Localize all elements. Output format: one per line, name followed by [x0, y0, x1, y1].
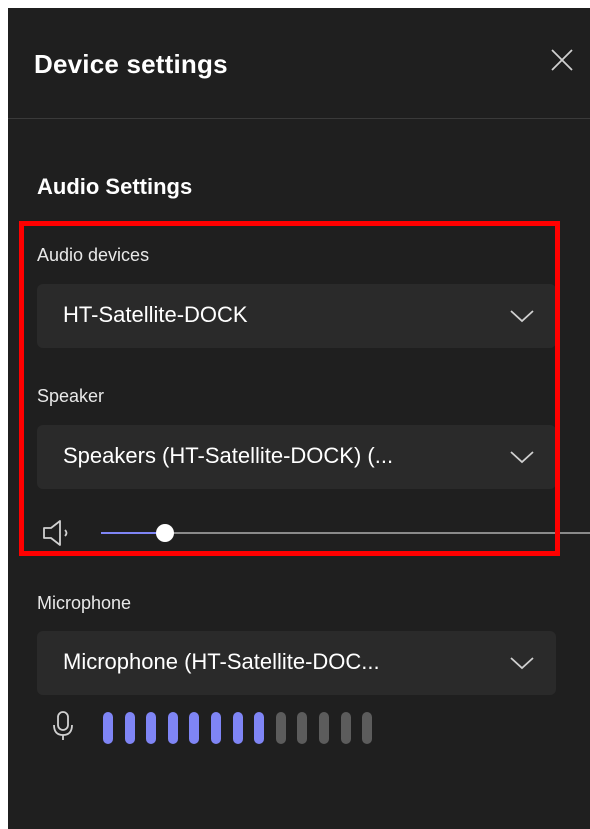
speaker-dropdown[interactable]: Speakers (HT-Satellite-DOCK) (... — [37, 425, 556, 489]
audio-devices-value: HT-Satellite-DOCK — [63, 302, 248, 327]
device-settings-panel: Device settings Audio Settings Audio dev… — [8, 8, 590, 829]
chevron-down-icon — [509, 449, 535, 465]
mic-level-bar — [124, 712, 135, 744]
microphone-icon — [52, 710, 74, 742]
mic-level-bar — [340, 712, 351, 744]
microphone-value: Microphone (HT-Satellite-DOC... — [63, 649, 380, 674]
close-icon[interactable] — [548, 46, 576, 74]
chevron-down-icon — [509, 655, 535, 671]
slider-track — [101, 532, 590, 534]
panel-title: Device settings — [34, 49, 228, 79]
speaker-label: Speaker — [37, 386, 105, 406]
microphone-dropdown[interactable]: Microphone (HT-Satellite-DOC... — [37, 631, 556, 695]
mic-level-bar — [362, 712, 373, 744]
mic-level-bar — [318, 712, 329, 744]
speaker-volume-slider[interactable] — [101, 520, 590, 546]
audio-settings-heading: Audio Settings — [37, 174, 193, 199]
mic-level-bar — [167, 712, 178, 744]
microphone-level-meter — [103, 712, 373, 744]
microphone-label: Microphone — [37, 593, 132, 613]
audio-devices-label: Audio devices — [37, 245, 150, 265]
mic-level-bar — [275, 712, 286, 744]
mic-level-bar — [232, 712, 243, 744]
chevron-down-icon — [509, 308, 535, 324]
mic-level-bar — [210, 712, 221, 744]
mic-level-bar — [254, 712, 265, 744]
slider-thumb[interactable] — [155, 524, 174, 542]
mic-level-bar — [103, 712, 113, 744]
speaker-value: Speakers (HT-Satellite-DOCK) (... — [63, 443, 394, 468]
mic-level-bar — [189, 712, 200, 744]
panel-header: Device settings — [8, 8, 590, 119]
mic-level-bar — [146, 712, 157, 744]
mic-level-bar — [297, 712, 308, 744]
audio-devices-dropdown[interactable]: HT-Satellite-DOCK — [37, 284, 556, 348]
speaker-icon — [41, 518, 75, 548]
